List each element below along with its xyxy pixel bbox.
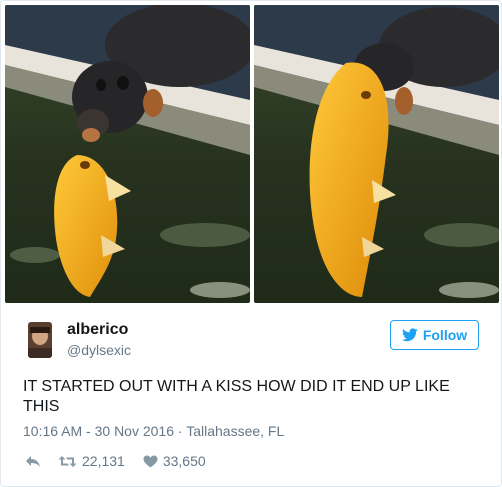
reply-button[interactable]	[25, 455, 41, 468]
tweet-media[interactable]	[5, 5, 499, 303]
meta-separator-dash: -	[82, 423, 95, 439]
tweet-date[interactable]: 30 Nov 2016	[95, 423, 174, 439]
fish-rising-image	[254, 5, 499, 303]
reply-arrow-icon	[26, 455, 40, 467]
retweet-icon	[58, 455, 77, 467]
tweet-meta: 10:16 AM - 30 Nov 2016 · Tallahassee, FL	[23, 423, 284, 439]
tweet-card: alberico @dylsexic Follow IT STARTED OUT…	[0, 0, 502, 487]
avatar[interactable]	[28, 322, 52, 358]
twitter-bird-icon	[401, 328, 418, 342]
avatar-image	[28, 322, 52, 358]
user-handle[interactable]: @dylsexic	[67, 342, 131, 358]
like-button[interactable]: 33,650	[143, 453, 206, 469]
display-name[interactable]: alberico	[67, 321, 128, 339]
tweet-text: IT STARTED OUT WITH A KISS HOW DID IT EN…	[23, 378, 450, 415]
follow-button[interactable]: Follow	[390, 320, 479, 350]
meta-separator-dot: ·	[174, 423, 187, 439]
tweet-actions: 22,131 33,650	[25, 453, 206, 469]
tweet-location[interactable]: Tallahassee, FL	[186, 423, 284, 439]
retweet-button[interactable]: 22,131	[58, 453, 125, 469]
retweet-count: 22,131	[82, 453, 125, 469]
follow-label: Follow	[422, 327, 468, 343]
photo-left[interactable]	[5, 5, 250, 303]
photo-right[interactable]	[254, 5, 499, 303]
like-count: 33,650	[162, 453, 206, 469]
tweet-time[interactable]: 10:16 AM	[23, 423, 82, 439]
heart-icon	[143, 455, 158, 467]
puppy-kiss-image	[5, 5, 250, 303]
